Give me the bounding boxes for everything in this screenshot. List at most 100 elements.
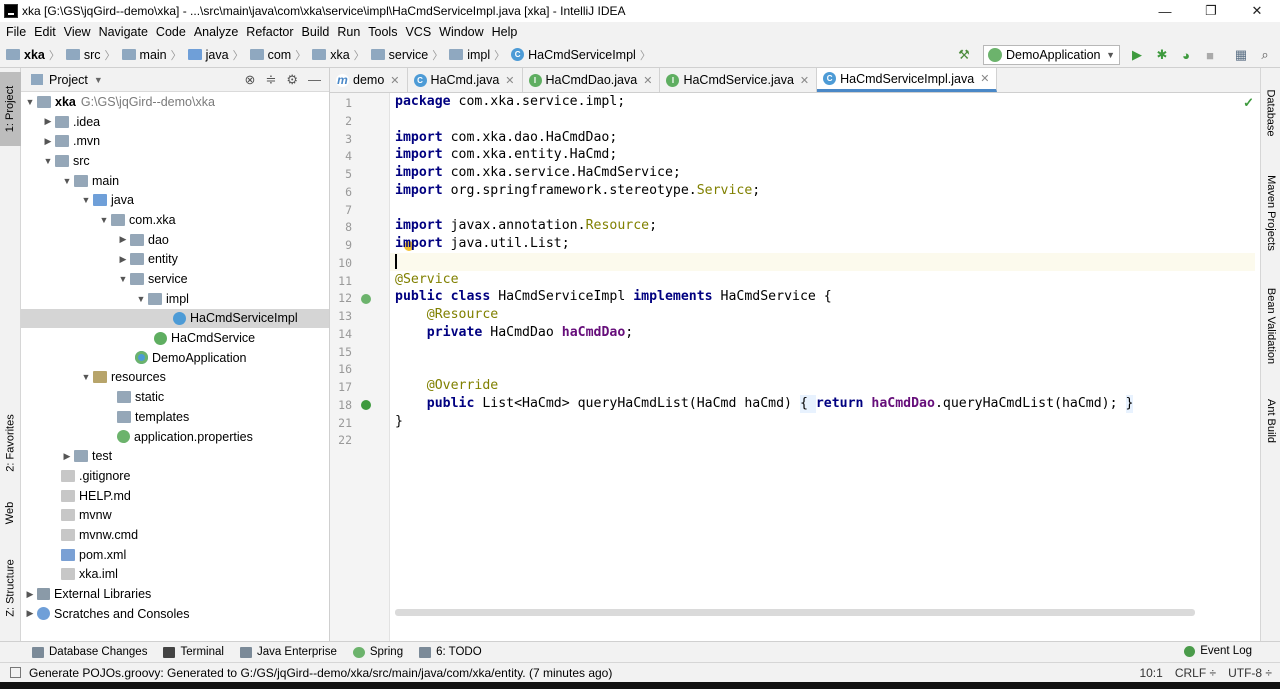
tool-todo[interactable]: 6: TODO — [419, 646, 482, 658]
tree-item-application-properties[interactable]: application.properties — [21, 427, 329, 447]
search-icon[interactable]: ⌕ — [1256, 46, 1274, 64]
breadcrumb-xka-package[interactable]: xka 〉 — [312, 47, 365, 63]
line-separator-selector[interactable]: CRLF ÷ — [1175, 666, 1216, 680]
project-view-selector[interactable]: Project — [49, 73, 88, 87]
code-editor[interactable]: 1 2 3 4 5 6 7 8 9 10 11 12 13 14 15 16 1… — [330, 93, 1260, 641]
tree-item-service[interactable]: ▼ service — [21, 269, 329, 289]
menu-file[interactable]: File — [2, 25, 30, 39]
breadcrumb-src[interactable]: src 〉 — [65, 47, 116, 63]
tool-tab-project[interactable]: 1: Project — [0, 72, 21, 146]
caret-position[interactable]: 10:1 — [1139, 666, 1162, 680]
chevron-right-icon[interactable]: ▶ — [23, 589, 37, 600]
tool-tab-maven-projects[interactable]: Maven Projects — [1261, 163, 1280, 263]
coverage-icon[interactable]: ◕ — [1177, 46, 1195, 64]
tree-item-mvn[interactable]: ▶ .mvn — [21, 131, 329, 151]
restore-button[interactable]: ❐ — [1188, 0, 1234, 22]
tree-item-main[interactable]: ▼ main — [21, 171, 329, 191]
close-icon[interactable]: ✕ — [390, 74, 399, 87]
debug-icon[interactable]: ✱ — [1153, 46, 1171, 64]
chevron-down-icon[interactable]: ▼ — [79, 372, 93, 382]
tree-item-mvnw-cmd[interactable]: mvnw.cmd — [21, 525, 329, 545]
minimize-button[interactable]: — — [1142, 0, 1188, 22]
tree-item-hacmdserviceimpl[interactable]: HaCmdServiceImpl — [21, 308, 329, 329]
menu-edit[interactable]: Edit — [30, 25, 60, 39]
collapse-all-icon[interactable]: ≑ — [265, 72, 276, 88]
project-structure-icon[interactable]: ▦ — [1232, 46, 1250, 64]
hide-icon[interactable]: — — [308, 72, 321, 88]
breadcrumb-class[interactable]: C HaCmdServiceImpl 〉 — [511, 47, 651, 63]
close-icon[interactable]: ✕ — [643, 74, 652, 87]
tool-windows-toggle-icon[interactable] — [10, 667, 21, 678]
chevron-right-icon[interactable]: ▶ — [60, 451, 74, 462]
close-icon[interactable]: ✕ — [980, 72, 989, 85]
close-icon[interactable]: ✕ — [505, 74, 514, 87]
menu-refactor[interactable]: Refactor — [242, 25, 297, 39]
stop-icon[interactable]: ■ — [1201, 46, 1219, 64]
chevron-down-icon[interactable]: ▼ — [60, 176, 74, 186]
menu-build[interactable]: Build — [298, 25, 334, 39]
tree-item-com-xka[interactable]: ▼ com.xka — [21, 210, 329, 230]
tool-java-enterprise[interactable]: Java Enterprise — [239, 646, 337, 658]
tree-item-gitignore[interactable]: .gitignore — [21, 466, 329, 486]
tool-tab-favorites[interactable]: 2: Favorites — [0, 403, 21, 483]
chevron-down-icon[interactable]: ▼ — [134, 294, 148, 304]
breadcrumb-java[interactable]: java 〉 — [187, 47, 244, 63]
override-gutter-icon[interactable] — [361, 400, 371, 410]
tree-item-hacmdservice[interactable]: HaCmdService — [21, 328, 329, 348]
inspection-ok-icon[interactable]: ✓ — [1243, 95, 1254, 111]
tree-item-dao[interactable]: ▶ dao — [21, 230, 329, 250]
spring-bean-gutter-icon[interactable] — [361, 294, 371, 304]
tree-item-java[interactable]: ▼ java — [21, 190, 329, 210]
tree-item-mvnw[interactable]: mvnw — [21, 505, 329, 525]
folded-region[interactable]: { — [799, 394, 816, 413]
folded-region[interactable]: } — [1125, 394, 1134, 413]
run-configuration-select[interactable]: DemoApplication ▼ — [983, 45, 1120, 65]
tool-database-changes[interactable]: Database Changes — [32, 646, 147, 658]
menu-help[interactable]: Help — [488, 25, 522, 39]
chevron-down-icon[interactable]: ▼ — [23, 97, 37, 107]
tree-item-xka-iml[interactable]: xka.iml — [21, 565, 329, 585]
menu-window[interactable]: Window — [435, 25, 487, 39]
menu-code[interactable]: Code — [152, 25, 190, 39]
tree-item-help-md[interactable]: HELP.md — [21, 486, 329, 506]
tree-item-external-libraries[interactable]: ▶ External Libraries — [21, 584, 329, 604]
chevron-down-icon[interactable]: ▼ — [94, 75, 103, 85]
chevron-down-icon[interactable]: ▼ — [97, 215, 111, 225]
tool-tab-bean-validation[interactable]: Bean Validation — [1261, 278, 1280, 373]
tool-terminal[interactable]: Terminal — [163, 646, 224, 658]
encoding-selector[interactable]: UTF-8 ÷ — [1228, 666, 1272, 680]
chevron-right-icon[interactable]: ▶ — [116, 254, 130, 265]
tool-tab-structure[interactable]: Z: Structure — [0, 548, 21, 628]
tree-item-impl[interactable]: ▼ impl — [21, 289, 329, 309]
locate-icon[interactable]: ⊗ — [245, 72, 256, 88]
tree-item-templates[interactable]: templates — [21, 407, 329, 427]
tree-item-xka[interactable]: ▼ xka G:\GS\jqGird--demo\xka — [21, 92, 329, 112]
tree-item-src[interactable]: ▼ src — [21, 151, 329, 171]
tree-item-idea[interactable]: ▶ .idea — [21, 112, 329, 132]
breadcrumb-service[interactable]: service 〉 — [370, 47, 443, 63]
breadcrumb-com[interactable]: com 〉 — [249, 47, 306, 63]
tree-item-demoapplication[interactable]: DemoApplication — [21, 348, 329, 368]
chevron-right-icon[interactable]: ▶ — [41, 136, 55, 147]
tree-item-scratches[interactable]: ▶ Scratches and Consoles — [21, 604, 329, 624]
chevron-right-icon[interactable]: ▶ — [116, 234, 130, 245]
menu-tools[interactable]: Tools — [364, 25, 401, 39]
status-message[interactable]: Generate POJOs.groovy: Generated to G:/G… — [29, 666, 612, 680]
gear-icon[interactable]: ⚙ — [286, 72, 298, 88]
menu-run[interactable]: Run — [333, 25, 364, 39]
tree-item-test[interactable]: ▶ test — [21, 446, 329, 466]
tab-hacmdserviceimpl-java[interactable]: C HaCmdServiceImpl.java ✕ — [817, 68, 998, 92]
tree-item-pom-xml[interactable]: pom.xml — [21, 545, 329, 565]
chevron-right-icon[interactable]: ▶ — [23, 608, 37, 619]
tree-item-entity[interactable]: ▶ entity — [21, 250, 329, 270]
build-hammer-icon[interactable]: ⚒ — [955, 46, 973, 64]
tab-hacmdservice-java[interactable]: I HaCmdService.java ✕ — [660, 68, 818, 92]
menu-vcs[interactable]: VCS — [401, 25, 435, 39]
horizontal-scrollbar[interactable] — [395, 609, 1195, 616]
close-button[interactable]: ✕ — [1234, 0, 1280, 22]
chevron-down-icon[interactable]: ▼ — [41, 156, 55, 166]
tool-tab-ant-build[interactable]: Ant Build — [1261, 388, 1280, 453]
menu-navigate[interactable]: Navigate — [95, 25, 152, 39]
menu-view[interactable]: View — [60, 25, 95, 39]
tool-event-log[interactable]: Event Log — [1184, 645, 1252, 657]
